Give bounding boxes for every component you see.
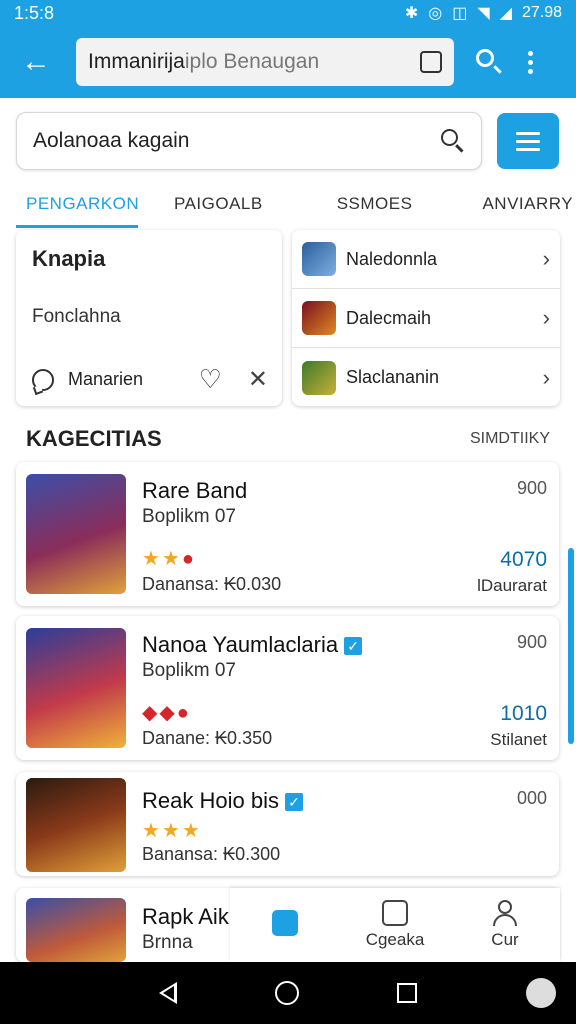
list-item[interactable]: Dalecmaih › [292, 289, 560, 348]
app-developer: Brnna [142, 932, 193, 953]
rating-badge-icon: ◆◆● [142, 702, 191, 724]
app-score: 1010 [500, 702, 547, 725]
game-thumbnail [302, 360, 336, 395]
chevron-right-icon: › [542, 246, 550, 271]
tab-bar: PENGARKON PAIGOALB SSMOES ANVIARRY [0, 186, 576, 230]
tab-pengarkon[interactable]: PENGARKON [16, 186, 139, 228]
app-status: lDaurarat [477, 576, 547, 595]
verified-icon: ✓ [344, 637, 363, 656]
app-name: Rapk Aik [142, 904, 229, 929]
app-price: Danane: ₭0.350 [142, 728, 273, 748]
alarm-icon: ◎ [428, 5, 443, 22]
status-time: 1:5:8 [14, 2, 55, 23]
search-value: Aolanoaa kagain [33, 129, 190, 152]
app-name: Rare Band [142, 478, 248, 503]
app-count: 900 [516, 632, 547, 652]
back-arrow-icon[interactable]: ← [12, 38, 60, 86]
lock-icon [382, 900, 408, 926]
chevron-right-icon: › [542, 305, 550, 330]
app-rating: ★★● [142, 546, 196, 571]
comment-icon[interactable] [32, 368, 54, 391]
app-status: Stilanet [490, 730, 547, 749]
app-thumbnail [26, 778, 126, 872]
wifi-icon: ◥ [477, 5, 490, 22]
heart-icon[interactable]: ♡ [199, 364, 222, 395]
app-price: Banansa: ₭0.300 [142, 844, 281, 864]
verified-icon: ✓ [284, 793, 303, 812]
tabs-icon[interactable] [420, 51, 442, 73]
featured-actions: Manarien ♡ ✕ [32, 364, 268, 395]
rating-badge-icon: ● [181, 548, 196, 570]
game-thumbnail [302, 242, 336, 276]
url-field[interactable]: Immanirija iplo Benaugan [76, 38, 454, 86]
app-rating: ◆◆● [142, 700, 191, 725]
list-item-label: Naledonnla [346, 248, 438, 269]
apps-icon [272, 910, 298, 936]
assistant-icon[interactable] [526, 978, 556, 1008]
app-name-row: Nanoa Yaumlaclaria ✓ [142, 632, 363, 658]
app-developer: Boplikm 07 [142, 660, 236, 681]
section-more-link[interactable]: SIMDTIIKY [470, 430, 550, 448]
app-thumbnail [26, 628, 126, 748]
bottom-nav-label: Cur [491, 930, 519, 949]
category-list: Naledonnla › Dalecmaih › Slaclananin › [292, 230, 560, 406]
search-input[interactable]: Aolanoaa kagain [16, 112, 482, 170]
url-hint: iplo Benaugan [184, 50, 320, 73]
app-list-item[interactable]: Nanoa Yaumlaclaria ✓ Boplikm 07 ◆◆● Danan… [16, 616, 559, 760]
close-icon[interactable]: ✕ [248, 365, 268, 394]
bottom-nav-cur[interactable]: Cur [450, 888, 560, 962]
app-bar: ← Immanirija iplo Benaugan [0, 26, 576, 98]
search-icon[interactable] [476, 49, 502, 75]
tab-paigoalb[interactable]: PAIGOALB [174, 186, 263, 228]
list-item-label: Slaclananin [346, 367, 440, 387]
app-list-item[interactable]: Rare Band Boplikm 07 ★★● Danansa: ₭0.030… [16, 462, 559, 606]
tab-anviarry[interactable]: ANVIARRY [482, 186, 573, 228]
tab-ssmoes[interactable]: SSMOES [337, 186, 413, 228]
bottom-nav-cgeaka[interactable]: Cgeaka [340, 888, 450, 962]
vibrate-icon: ◫ [452, 5, 468, 22]
search-icon[interactable] [441, 129, 465, 153]
featured-title: Knapia [32, 246, 106, 271]
nav-recents-icon[interactable] [397, 983, 417, 1003]
game-thumbnail [302, 301, 336, 335]
app-rating: ★★★ [142, 820, 202, 842]
app-list-item[interactable]: Reak Hoio bis ✓ ★★★ Banansa: ₭0.300 000 [16, 772, 559, 876]
app-developer: Boplikm 07 [142, 506, 236, 527]
bottom-nav-label: Cgeaka [365, 930, 425, 949]
featured-card[interactable]: Knapia Fonclahna Manarien ♡ ✕ [16, 230, 282, 406]
url-text: Immanirija [88, 50, 185, 73]
app-count: 000 [516, 788, 547, 808]
more-vert-icon[interactable] [528, 50, 533, 74]
app-name-row: Reak Hoio bis ✓ [142, 788, 303, 814]
list-item[interactable]: Naledonnla › [292, 230, 560, 289]
app-thumbnail [26, 898, 126, 962]
bottom-nav: Cgeaka Cur [230, 888, 560, 962]
bluetooth-icon: ✱ [404, 5, 419, 22]
rating-stars: ★★ [142, 548, 182, 570]
nav-back-icon[interactable] [159, 982, 177, 1004]
app-name: Reak Hoio bis [142, 788, 279, 813]
battery-level: 27.98 [521, 4, 562, 21]
nav-home-icon[interactable] [275, 981, 299, 1005]
status-bar: 1:5:8 ✱ ◎ ◫ ◥ ◢ 27.98 [0, 0, 576, 26]
chevron-right-icon: › [542, 364, 550, 390]
signal-icon: ◢ [499, 5, 512, 22]
bottom-nav-home[interactable] [230, 888, 340, 962]
list-item[interactable]: Slaclananin › [292, 348, 560, 406]
scrollbar[interactable] [568, 548, 574, 744]
person-icon [493, 900, 517, 926]
featured-subtitle: Fonclahna [32, 306, 121, 327]
list-item-label: Dalecmaih [346, 307, 432, 328]
app-thumbnail [26, 474, 126, 594]
app-price: Danansa: ₭0.030 [142, 574, 282, 594]
menu-button[interactable] [497, 113, 559, 169]
app-count: 900 [516, 478, 547, 498]
system-nav-bar [0, 962, 576, 1024]
app-name: Nanoa Yaumlaclaria [142, 632, 339, 657]
section-title: KAGECITIAS [26, 426, 162, 451]
featured-action-label[interactable]: Manarien [68, 369, 143, 390]
app-score: 4070 [500, 548, 547, 571]
status-icons: ✱ ◎ ◫ ◥ ◢ 27.98 [405, 3, 562, 23]
